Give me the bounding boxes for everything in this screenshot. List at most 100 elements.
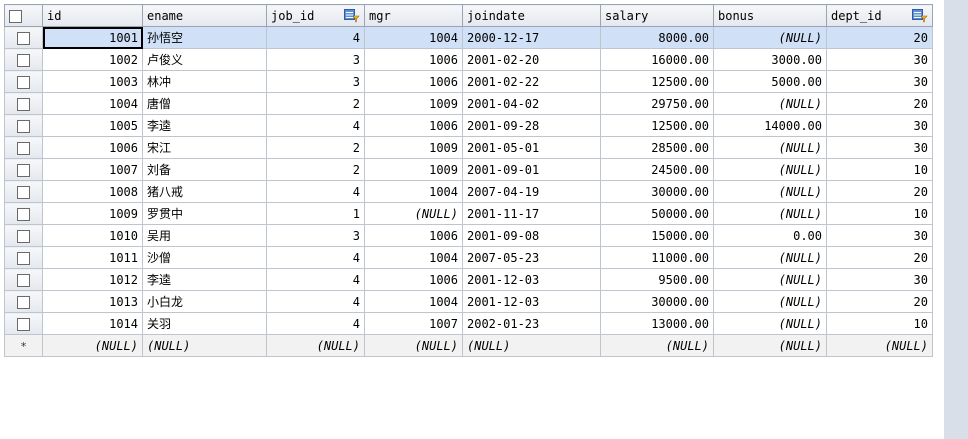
- cell-job-id[interactable]: 4: [266, 26, 365, 49]
- row-selector[interactable]: [4, 114, 43, 137]
- cell-dept-id[interactable]: 10: [826, 158, 933, 181]
- new-row-cell-job-id[interactable]: (NULL): [266, 334, 365, 357]
- cell-mgr[interactable]: 1004: [364, 246, 463, 269]
- table-row[interactable]: 1001 孙悟空 4 1004 2000-12-17 8000.00 (NULL) 20: [4, 26, 933, 49]
- cell-dept-id[interactable]: 30: [826, 268, 933, 291]
- cell-id[interactable]: 1009: [42, 202, 143, 225]
- cell-id[interactable]: 1006: [42, 136, 143, 159]
- cell-id[interactable]: 1003: [42, 70, 143, 93]
- cell-ename[interactable]: 关羽: [142, 312, 267, 335]
- cell-mgr[interactable]: 1006: [364, 224, 463, 247]
- cell-mgr[interactable]: 1006: [364, 268, 463, 291]
- row-selector[interactable]: [4, 92, 43, 115]
- cell-bonus[interactable]: 3000.00: [713, 48, 827, 71]
- cell-dept-id[interactable]: 20: [826, 290, 933, 313]
- cell-joindate[interactable]: 2002-01-23: [462, 312, 601, 335]
- cell-salary[interactable]: 29750.00: [600, 92, 714, 115]
- cell-job-id[interactable]: 4: [266, 268, 365, 291]
- cell-joindate[interactable]: 2001-09-08: [462, 224, 601, 247]
- cell-bonus[interactable]: (NULL): [713, 92, 827, 115]
- row-checkbox[interactable]: [17, 251, 30, 265]
- cell-dept-id[interactable]: 30: [826, 114, 933, 137]
- table-row[interactable]: 1003 林冲 3 1006 2001-02-22 12500.00 5000.00 30: [4, 70, 933, 93]
- table-row[interactable]: 1013 小白龙 4 1004 2001-12-03 30000.00 (NULL) 20: [4, 290, 933, 313]
- row-checkbox[interactable]: [17, 163, 30, 177]
- table-row[interactable]: 1012 李逵 4 1006 2001-12-03 9500.00 (NULL) 30: [4, 268, 933, 291]
- cell-id[interactable]: 1005: [42, 114, 143, 137]
- cell-ename[interactable]: 罗贯中: [142, 202, 267, 225]
- cell-bonus[interactable]: (NULL): [713, 26, 827, 49]
- new-row-cell-id[interactable]: (NULL): [42, 334, 143, 357]
- cell-salary[interactable]: 13000.00: [600, 312, 714, 335]
- cell-dept-id[interactable]: 10: [826, 312, 933, 335]
- column-header-bonus[interactable]: bonus: [713, 4, 827, 27]
- cell-dept-id[interactable]: 30: [826, 136, 933, 159]
- column-header-ename[interactable]: ename: [142, 4, 267, 27]
- row-selector[interactable]: [4, 312, 43, 335]
- cell-dept-id[interactable]: 20: [826, 92, 933, 115]
- cell-bonus[interactable]: (NULL): [713, 290, 827, 313]
- cell-salary[interactable]: 24500.00: [600, 158, 714, 181]
- cell-dept-id[interactable]: 20: [826, 246, 933, 269]
- cell-mgr[interactable]: 1006: [364, 114, 463, 137]
- cell-salary[interactable]: 16000.00: [600, 48, 714, 71]
- cell-id[interactable]: 1002: [42, 48, 143, 71]
- row-selector[interactable]: [4, 26, 43, 49]
- row-checkbox[interactable]: [17, 53, 30, 67]
- row-checkbox[interactable]: [17, 119, 30, 133]
- cell-job-id[interactable]: 2: [266, 158, 365, 181]
- column-header-mgr[interactable]: mgr: [364, 4, 463, 27]
- row-selector[interactable]: [4, 48, 43, 71]
- filter-icon[interactable]: [912, 8, 928, 23]
- table-row[interactable]: 1004 唐僧 2 1009 2001-04-02 29750.00 (NULL) 20: [4, 92, 933, 115]
- cell-dept-id[interactable]: 10: [826, 202, 933, 225]
- table-row[interactable]: 1006 宋江 2 1009 2001-05-01 28500.00 (NULL) 30: [4, 136, 933, 159]
- cell-dept-id[interactable]: 20: [826, 26, 933, 49]
- cell-joindate[interactable]: 2007-05-23: [462, 246, 601, 269]
- row-selector[interactable]: [4, 246, 43, 269]
- row-checkbox[interactable]: [17, 97, 30, 111]
- cell-ename[interactable]: 宋江: [142, 136, 267, 159]
- cell-bonus[interactable]: (NULL): [713, 158, 827, 181]
- cell-id[interactable]: 1014: [42, 312, 143, 335]
- column-header-id[interactable]: id: [42, 4, 143, 27]
- cell-salary[interactable]: 15000.00: [600, 224, 714, 247]
- cell-joindate[interactable]: 2001-02-22: [462, 70, 601, 93]
- cell-job-id[interactable]: 1: [266, 202, 365, 225]
- cell-joindate[interactable]: 2001-04-02: [462, 92, 601, 115]
- row-checkbox[interactable]: [17, 229, 30, 243]
- cell-job-id[interactable]: 2: [266, 136, 365, 159]
- cell-joindate[interactable]: 2007-04-19: [462, 180, 601, 203]
- cell-dept-id[interactable]: 30: [826, 224, 933, 247]
- cell-mgr[interactable]: 1009: [364, 136, 463, 159]
- row-selector[interactable]: [4, 224, 43, 247]
- row-checkbox[interactable]: [17, 185, 30, 199]
- cell-mgr[interactable]: 1009: [364, 158, 463, 181]
- new-row-cell-bonus[interactable]: (NULL): [713, 334, 827, 357]
- row-selector[interactable]: [4, 70, 43, 93]
- cell-ename[interactable]: 李逵: [142, 268, 267, 291]
- table-row[interactable]: 1010 吴用 3 1006 2001-09-08 15000.00 0.00 30: [4, 224, 933, 247]
- cell-id[interactable]: 1008: [42, 180, 143, 203]
- cell-id[interactable]: 1001: [42, 26, 143, 49]
- cell-id[interactable]: 1012: [42, 268, 143, 291]
- cell-salary[interactable]: 12500.00: [600, 70, 714, 93]
- new-row-cell-ename[interactable]: (NULL): [142, 334, 267, 357]
- cell-job-id[interactable]: 4: [266, 312, 365, 335]
- cell-salary[interactable]: 30000.00: [600, 180, 714, 203]
- cell-joindate[interactable]: 2001-12-03: [462, 290, 601, 313]
- row-checkbox[interactable]: [17, 295, 30, 309]
- cell-ename[interactable]: 吴用: [142, 224, 267, 247]
- row-selector[interactable]: [4, 180, 43, 203]
- table-row[interactable]: 1011 沙僧 4 1004 2007-05-23 11000.00 (NULL) 20: [4, 246, 933, 269]
- row-selector[interactable]: *: [4, 334, 43, 357]
- cell-ename[interactable]: 刘备: [142, 158, 267, 181]
- cell-ename[interactable]: 林冲: [142, 70, 267, 93]
- column-header-dept-id[interactable]: dept_id: [826, 4, 933, 27]
- cell-bonus[interactable]: (NULL): [713, 202, 827, 225]
- cell-ename[interactable]: 沙僧: [142, 246, 267, 269]
- table-row[interactable]: 1009 罗贯中 1 (NULL) 2001-11-17 50000.00 (NULL) 10: [4, 202, 933, 225]
- cell-bonus[interactable]: 14000.00: [713, 114, 827, 137]
- cell-ename[interactable]: 猪八戒: [142, 180, 267, 203]
- cell-id[interactable]: 1011: [42, 246, 143, 269]
